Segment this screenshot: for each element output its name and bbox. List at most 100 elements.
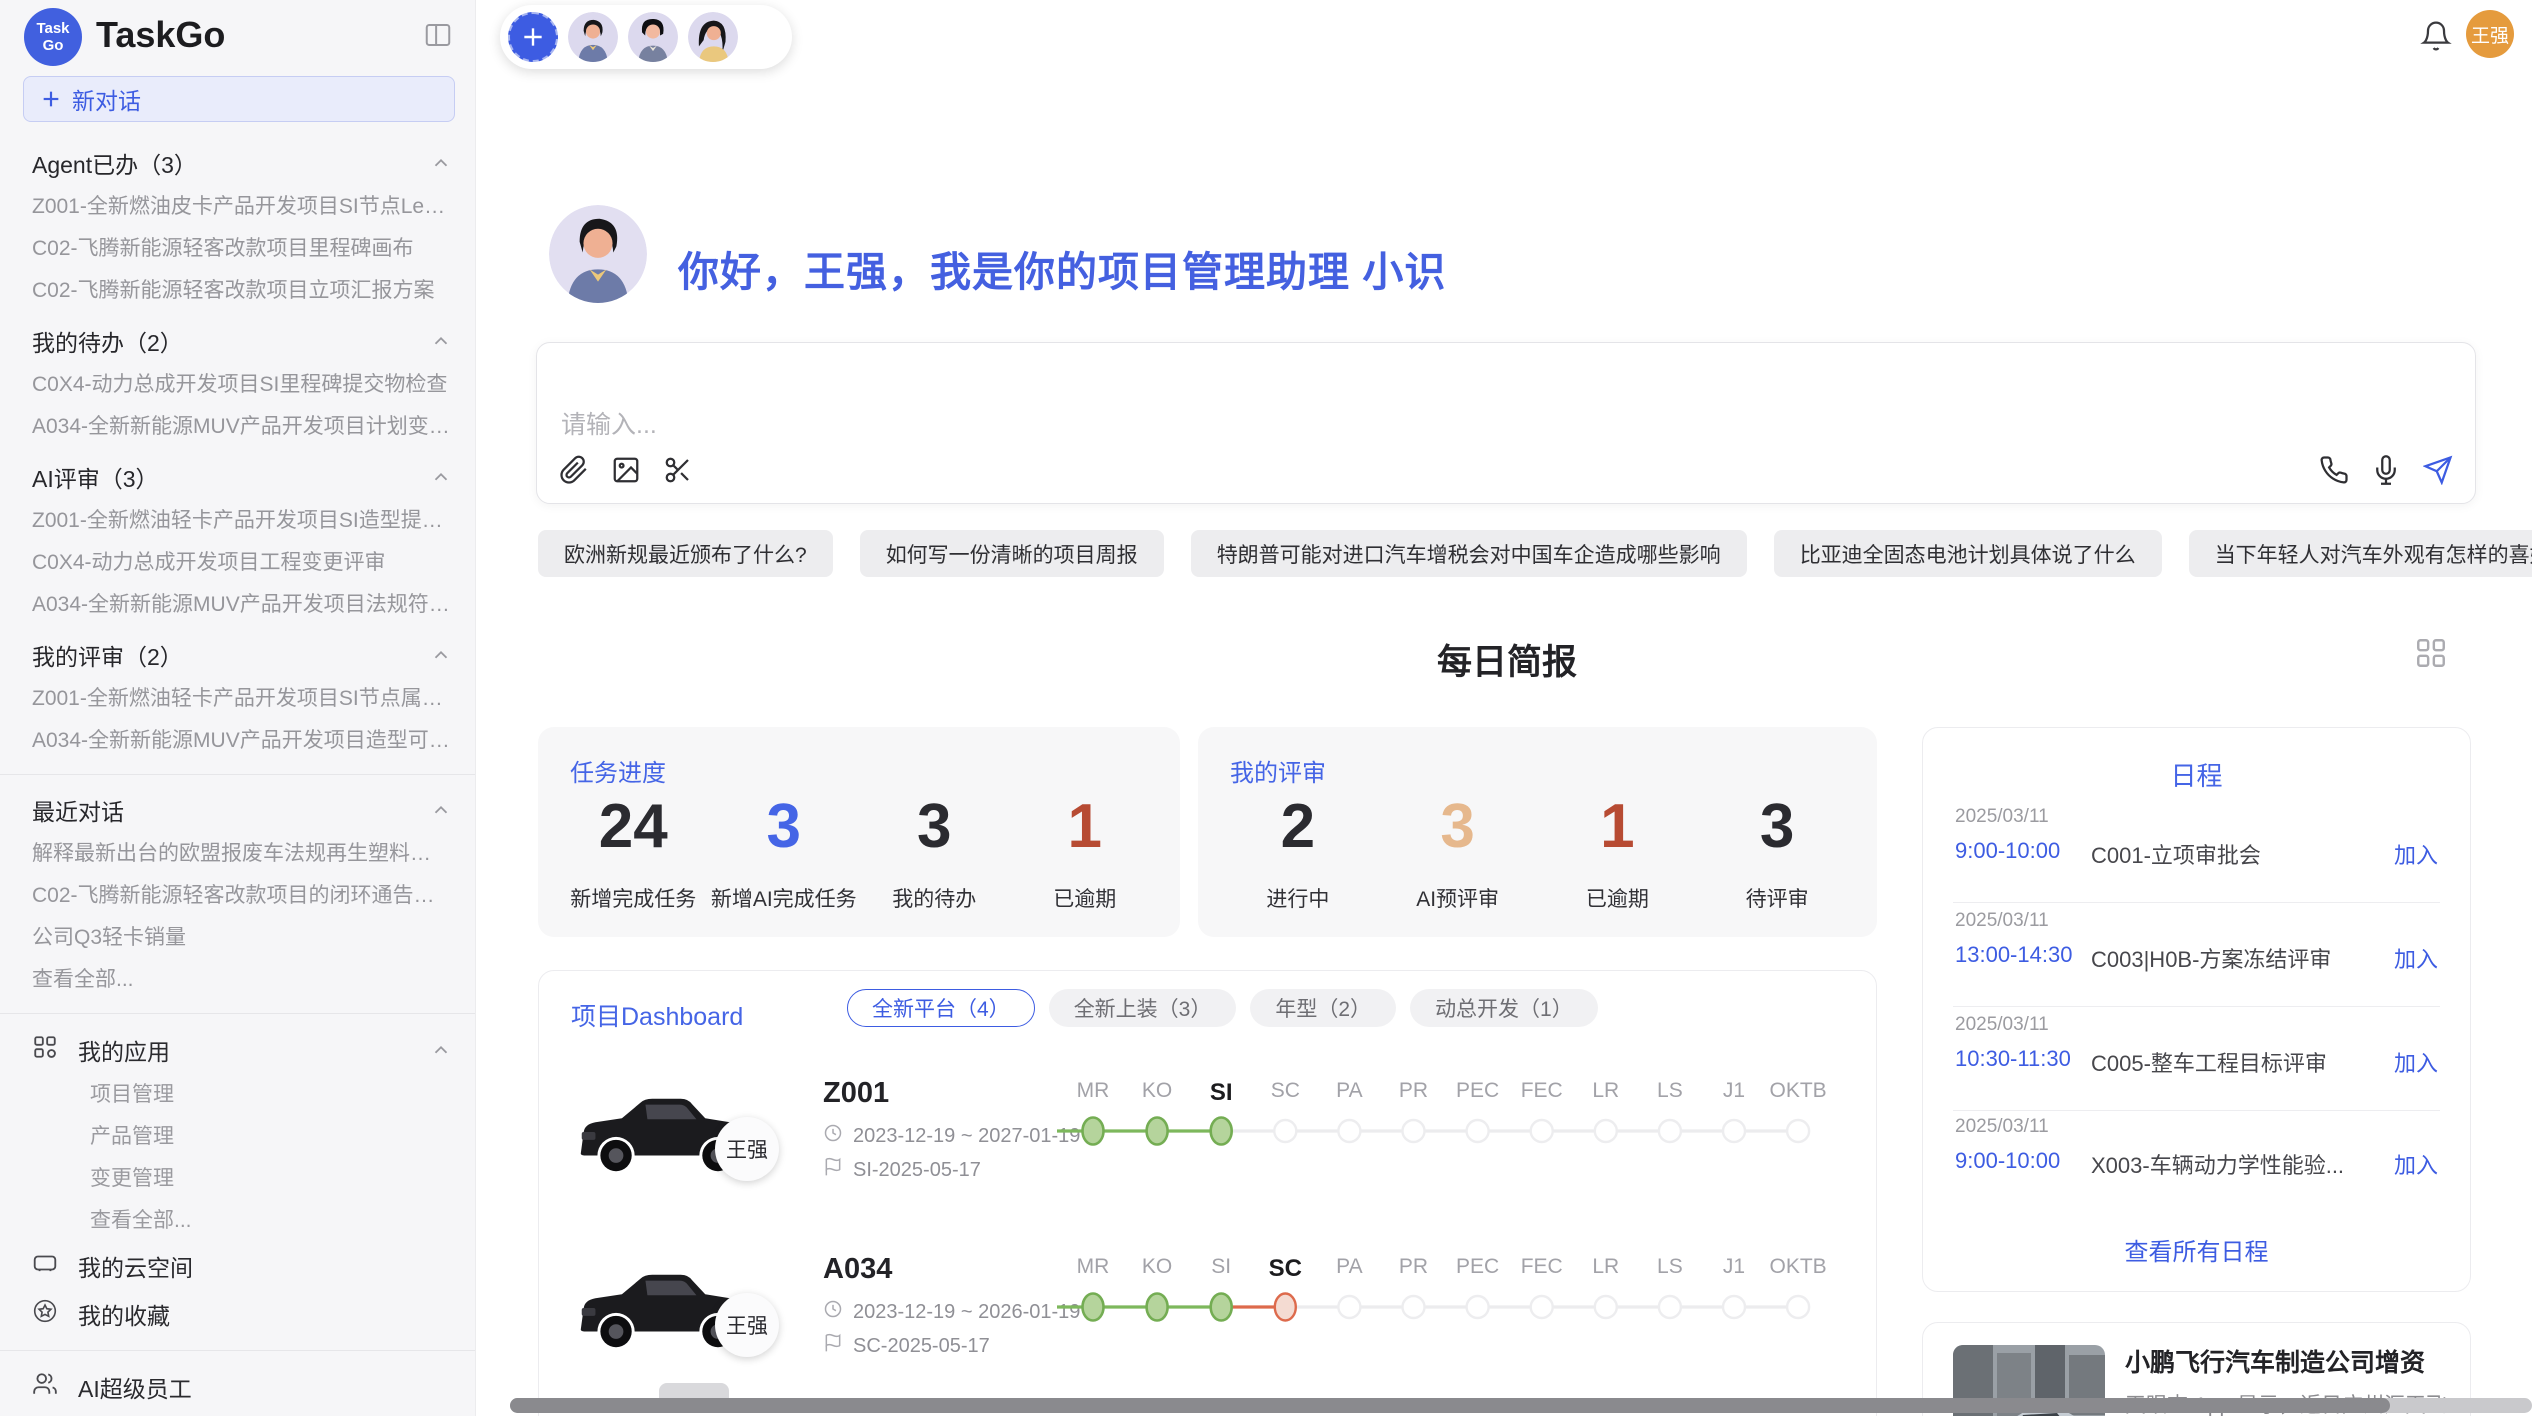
stat-label: 待评审: [1746, 883, 1809, 913]
sidebar-section-header[interactable]: AI评审（3）: [0, 454, 476, 500]
app-logo: Task Go: [24, 8, 82, 66]
notification-bell-icon[interactable]: [2420, 20, 2452, 52]
chat-input-card[interactable]: 请输入...: [536, 342, 2476, 504]
agent-avatar-pill: [500, 5, 792, 69]
sidebar-task-item[interactable]: A034-全新新能源MUV产品开发项目造型可行性评审: [0, 720, 476, 762]
new-chat-button[interactable]: 新对话: [23, 76, 455, 122]
stat-value: 2: [1281, 795, 1315, 859]
assistant-avatar: [549, 205, 647, 303]
milestone-track: [1039, 1283, 1859, 1331]
cloud-space-icon: [32, 1250, 58, 1282]
sidebar-task-item[interactable]: C02-飞腾新能源轻客改款项目里程碑画布: [0, 228, 476, 270]
dashboard-title: 项目Dashboard: [571, 997, 743, 1033]
dashboard-tab[interactable]: 全新平台（4）: [847, 989, 1035, 1027]
stat-item: 2进行中: [1218, 789, 1378, 923]
sidebar-task-item[interactable]: C0X4-动力总成开发项目工程变更评审: [0, 542, 476, 584]
suggestion-chip[interactable]: 欧洲新规最近颁布了什么?: [538, 530, 833, 577]
sidebar-header: Task Go TaskGo: [0, 0, 475, 72]
agent-avatar-3[interactable]: [688, 12, 738, 62]
clock-icon: [823, 1299, 843, 1325]
recent-chat-item[interactable]: C02-飞腾新能源轻客改款项目的闭环通告反馈情况: [0, 875, 476, 917]
sidebar-task-item[interactable]: Z001-全新燃油轻卡产品开发项目SI节点属性5D文件评审: [0, 678, 476, 720]
send-icon[interactable]: [2423, 455, 2453, 485]
stat-value: 24: [599, 795, 668, 859]
divider: [0, 1013, 476, 1014]
join-meeting-link[interactable]: 加入: [2394, 838, 2438, 870]
stat-item: 3AI预评审: [1378, 789, 1538, 923]
join-meeting-link[interactable]: 加入: [2394, 942, 2438, 974]
schedule-time: 13:00-14:30: [1955, 942, 2072, 968]
sidebar-section-title: 我的待办（2）: [32, 324, 183, 358]
user-avatar[interactable]: 王强: [2466, 10, 2514, 58]
stat-label: 我的待办: [892, 883, 976, 913]
sidebar-task-item[interactable]: C02-飞腾新能源轻客改款项目立项汇报方案: [0, 270, 476, 312]
suggestion-chip[interactable]: 比亚迪全固态电池计划具体说了什么: [1774, 530, 2162, 577]
join-meeting-link[interactable]: 加入: [2394, 1148, 2438, 1180]
app-title: TaskGo: [96, 14, 225, 56]
microphone-icon[interactable]: [2371, 455, 2401, 485]
attachment-icon[interactable]: [559, 455, 589, 485]
stat-value: 1: [1600, 795, 1634, 859]
project-row[interactable]: 王强Z0012023-12-19 ~ 2027-01-19SI-2025-05-…: [539, 1067, 1877, 1242]
sidebar-section-header[interactable]: Agent已办（3）: [0, 140, 476, 186]
schedule-date: 2025/03/11: [1955, 1014, 2049, 1036]
sidebar-section-header[interactable]: 我的待办（2）: [0, 318, 476, 364]
suggestion-chip[interactable]: 特朗普可能对进口汽车增税会对中国车企造成哪些影响: [1191, 530, 1747, 577]
divider: [0, 1350, 476, 1351]
join-meeting-link[interactable]: 加入: [2394, 1046, 2438, 1078]
sidebar-scroll-area[interactable]: Agent已办（3）Z001-全新燃油皮卡产品开发项目SI节点Lesson Le…: [0, 134, 476, 1416]
schedule-date: 2025/03/11: [1955, 1116, 2049, 1138]
sidebar-task-item[interactable]: Z001-全新燃油皮卡产品开发项目SI节点Lesson Learn报告: [0, 186, 476, 228]
sidebar-task-item[interactable]: A034-全新新能源MUV产品开发项目法规符合性评审: [0, 584, 476, 626]
schedule-item: 2025/03/1113:00-14:30C003|H0B-方案冻结评审加入: [1953, 910, 2440, 1014]
sidebar-item-my-apps[interactable]: 我的应用: [0, 1026, 476, 1074]
sidebar-task-item[interactable]: Z001-全新燃油轻卡产品开发项目SI造型提交物评审: [0, 500, 476, 542]
sidebar-task-item[interactable]: A034-全新新能源MUV产品开发项目计划变更表编写: [0, 406, 476, 448]
sidebar-collapse-icon[interactable]: [423, 20, 453, 50]
sidebar-app-subitem[interactable]: 产品管理: [0, 1116, 476, 1158]
image-icon[interactable]: [611, 455, 641, 485]
divider: [1953, 902, 2440, 903]
dashboard-tab[interactable]: 动总开发（1）: [1410, 989, 1598, 1027]
sidebar-item-ai-staff[interactable]: AI超级员工: [0, 1363, 476, 1411]
view-all-schedule-link[interactable]: 查看所有日程: [1923, 1232, 2470, 1267]
add-agent-button[interactable]: [508, 12, 558, 62]
briefing-layout-icon[interactable]: [2414, 636, 2448, 670]
sidebar-section-title: 最近对话: [32, 793, 124, 827]
suggestion-chip[interactable]: 当下年轻人对汽车外观有怎样的喜好趋势: [2189, 530, 2532, 577]
recent-chat-item[interactable]: 公司Q3轻卡销量: [0, 917, 476, 959]
sidebar-app-subitem[interactable]: 项目管理: [0, 1074, 476, 1116]
schedule-meeting-name: C001-立项审批会: [2091, 838, 2261, 870]
agent-avatar-2[interactable]: [628, 12, 678, 62]
dashboard-tab[interactable]: 年型（2）: [1250, 989, 1396, 1027]
clock-icon: [823, 1123, 843, 1149]
suggestion-chip[interactable]: 如何写一份清晰的项目周报: [860, 530, 1164, 577]
recent-chat-item[interactable]: 解释最新出台的欧盟报废车法规再生塑料比例被调至15%...: [0, 833, 476, 875]
plus-icon: [40, 88, 62, 110]
horizontal-scrollbar-thumb[interactable]: [510, 1398, 2390, 1413]
sidebar-recent-header[interactable]: 最近对话: [0, 787, 476, 833]
sidebar-section-header[interactable]: 我的评审（2）: [0, 632, 476, 678]
sidebar-task-item[interactable]: C0X4-动力总成开发项目SI里程碑提交物检查: [0, 364, 476, 406]
agent-avatar-1[interactable]: [568, 12, 618, 62]
stat-columns: 24新增完成任务3新增AI完成任务3我的待办1已逾期: [558, 789, 1160, 923]
stat-card-title: 我的评审: [1230, 753, 1326, 788]
sidebar-item-favorites[interactable]: 我的收藏: [0, 1290, 476, 1338]
phone-call-icon[interactable]: [2319, 455, 2349, 485]
schedule-time: 9:00-10:00: [1955, 1148, 2060, 1174]
apps-grid-icon: [32, 1034, 58, 1066]
project-row[interactable]: 王强A0342023-12-19 ~ 2026-01-19SC-2025-05-…: [539, 1243, 1877, 1416]
sidebar-item-cloud-space[interactable]: 我的云空间: [0, 1242, 476, 1290]
view-all-apps-link[interactable]: 查看全部...: [0, 1200, 476, 1242]
schedule-meeting-name: C005-整车工程目标评审: [2091, 1046, 2327, 1078]
dashboard-tab[interactable]: 全新上装（3）: [1049, 989, 1237, 1027]
chevron-up-icon: [430, 152, 452, 174]
horizontal-scrollbar-track[interactable]: [510, 1398, 2532, 1413]
sidebar-item-writing[interactable]: 帮我写作: [0, 1411, 476, 1416]
scissors-icon[interactable]: [663, 455, 693, 485]
schedule-date: 2025/03/11: [1955, 806, 2049, 828]
chevron-up-icon: [430, 644, 452, 666]
project-dashboard-card: 项目Dashboard 全新平台（4） 全新上装（3） 年型（2） 动总开发（1） 王…: [538, 970, 1877, 1416]
view-all-recent-link[interactable]: 查看全部...: [0, 959, 476, 1001]
sidebar-app-subitem[interactable]: 变更管理: [0, 1158, 476, 1200]
